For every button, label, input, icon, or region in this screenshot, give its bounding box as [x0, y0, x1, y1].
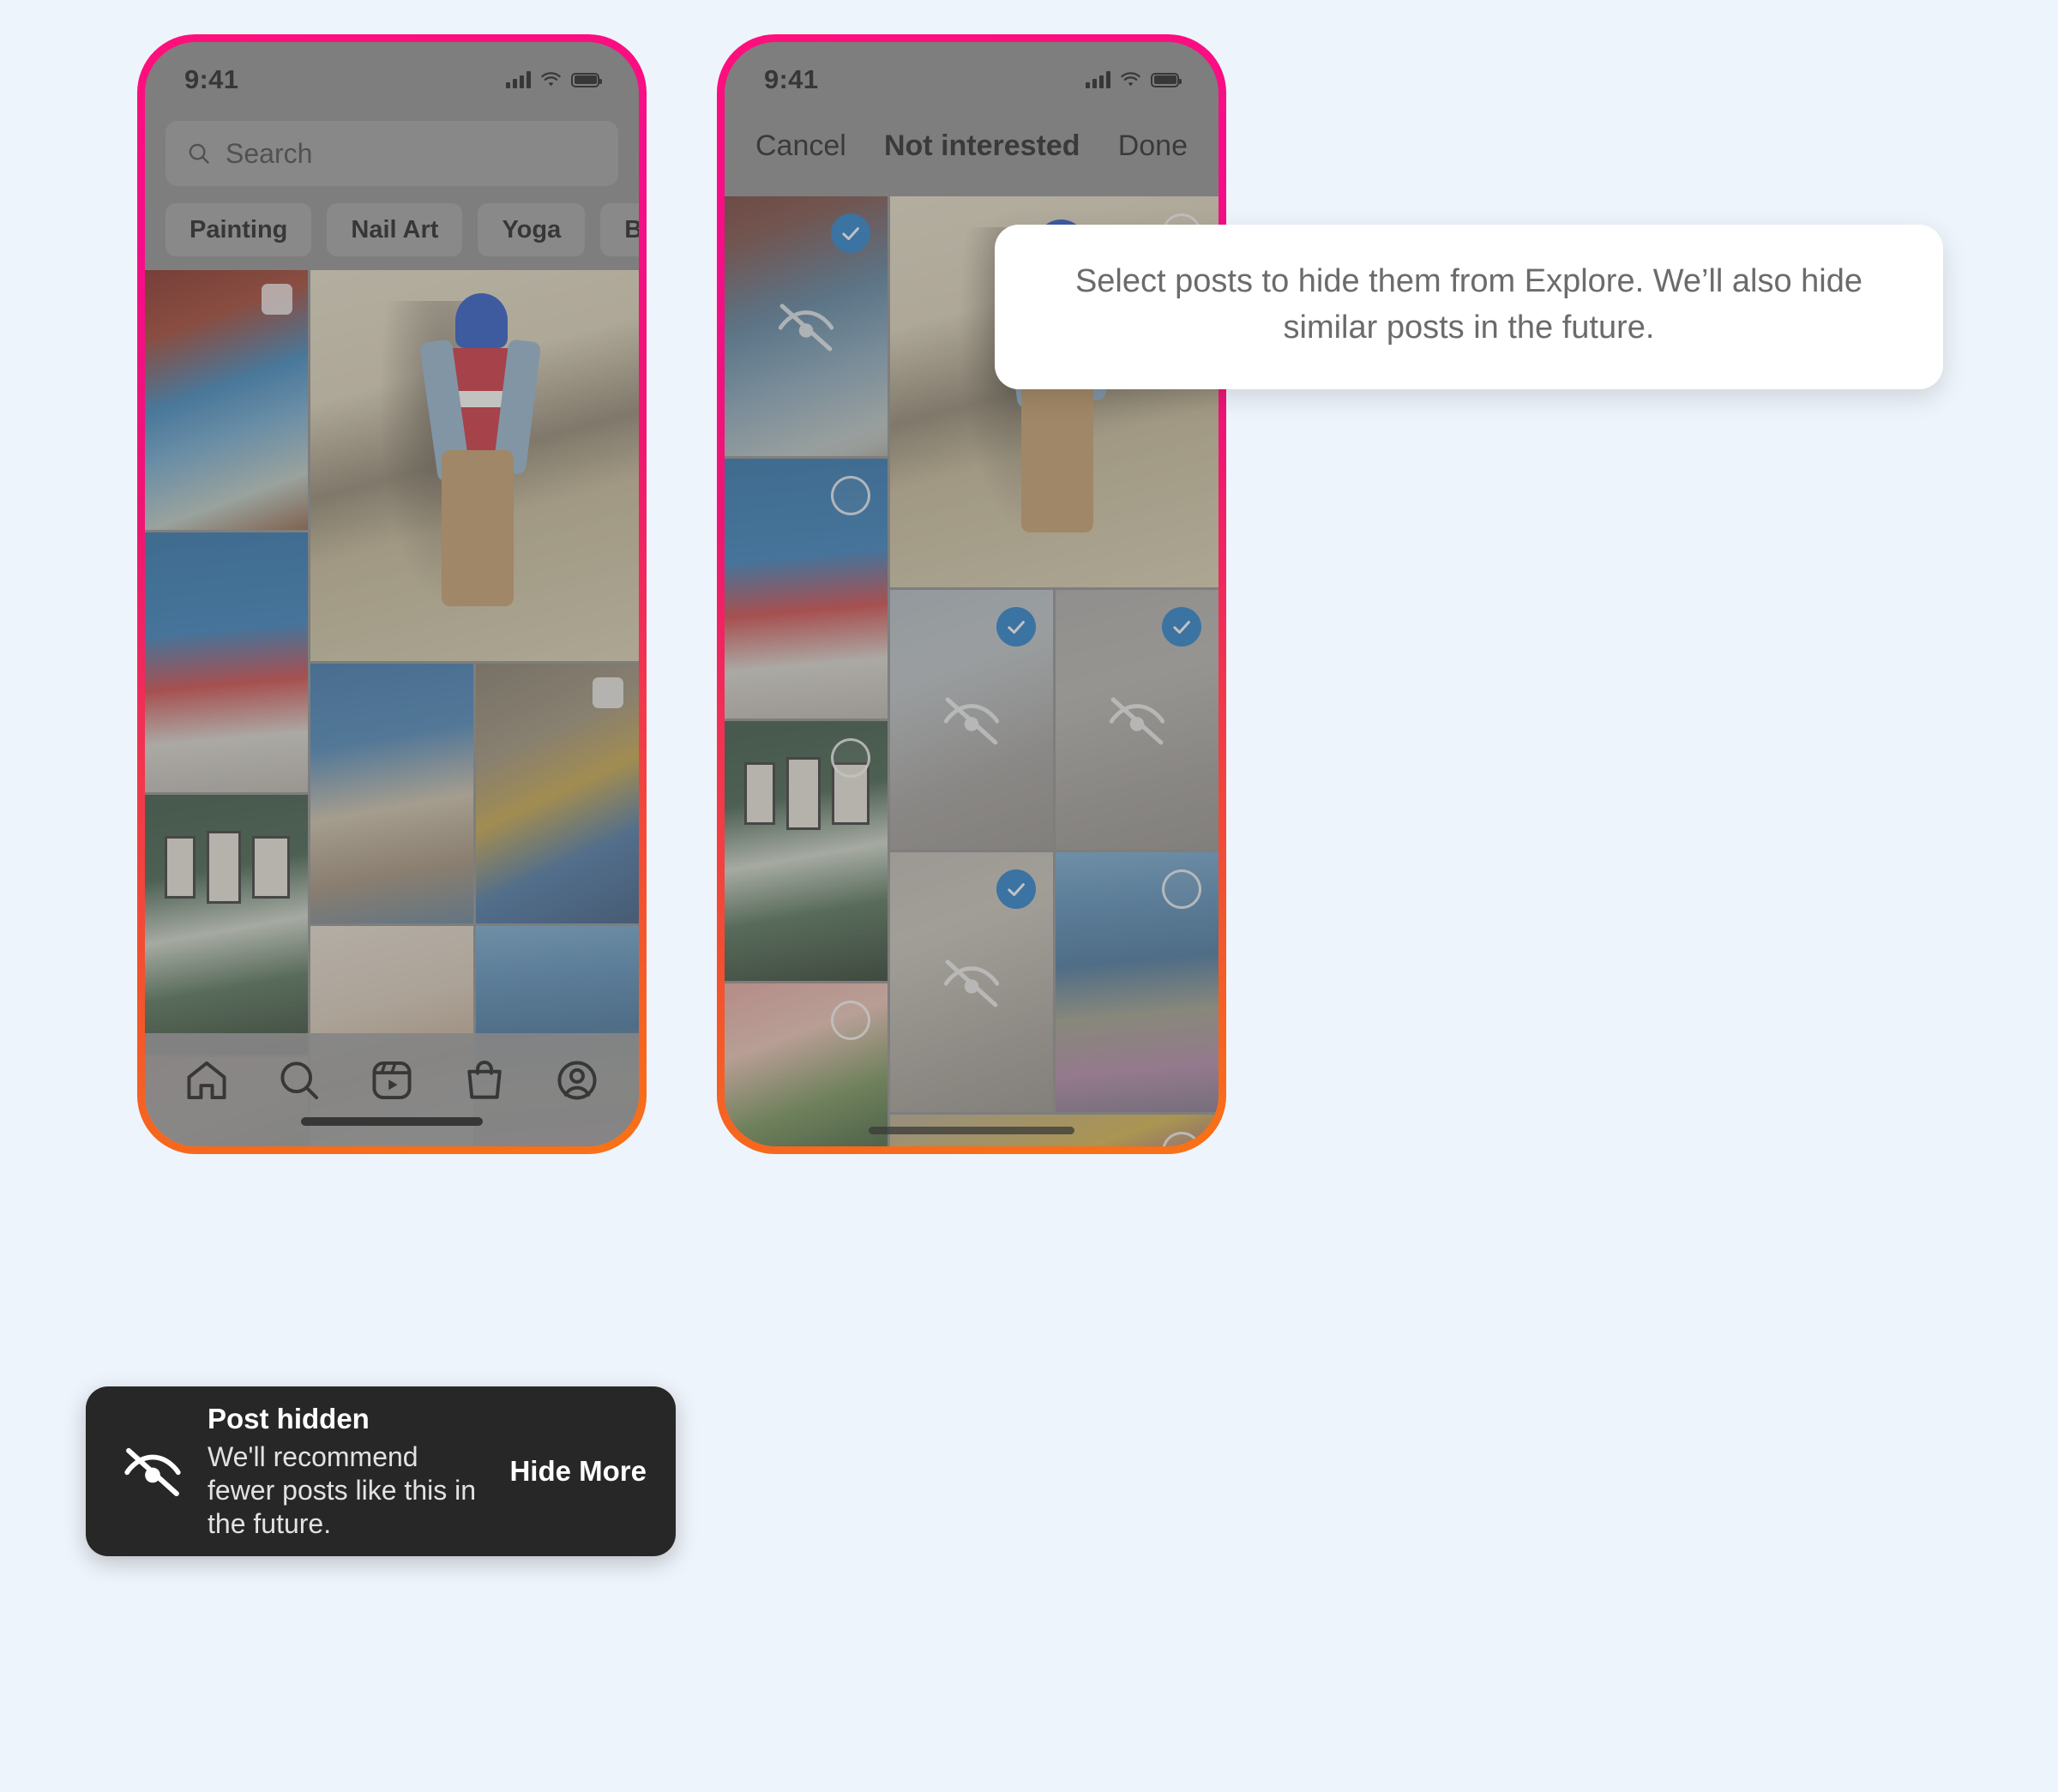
explore-grid [145, 270, 639, 1146]
search-placeholder: Search [226, 137, 313, 169]
category-pill-painting[interactable]: Painting [165, 203, 312, 256]
status-indicators [1086, 71, 1182, 88]
eye-off-icon [778, 303, 834, 352]
explore-post-coastal-sea[interactable] [1056, 852, 1219, 1112]
post-checkbox-selected[interactable] [831, 213, 870, 253]
toast-body: We'll recommend fewer posts like this in… [208, 1440, 477, 1539]
battery-icon [571, 72, 602, 87]
post-checkbox-selected[interactable] [996, 869, 1036, 909]
post-select-square[interactable] [593, 677, 623, 708]
cellular-signal-icon [506, 71, 531, 88]
selection-tooltip: Select posts to hide them from Explore. … [995, 225, 1943, 389]
status-bar: 9:41 [725, 42, 1219, 109]
eye-off-icon [124, 1447, 181, 1496]
nav-title: Not interested [883, 129, 1080, 162]
right-phone-frame: 9:41 Cancel Not interested Done [717, 34, 1226, 1154]
profile-circle-icon[interactable] [553, 1056, 601, 1104]
home-indicator [301, 1117, 483, 1126]
cancel-button[interactable]: Cancel [755, 129, 846, 163]
explore-post-rock-couple[interactable] [1056, 590, 1219, 850]
category-pill-nail-art[interactable]: Nail Art [327, 203, 463, 256]
search-icon[interactable] [275, 1056, 323, 1104]
eye-off-icon [943, 696, 1000, 745]
left-phone-screen: 9:41 Search Painting Nail Art Yoga B [145, 42, 639, 1146]
explore-post-hands-dough[interactable] [890, 852, 1053, 1112]
post-checkbox-unselected[interactable] [831, 476, 870, 515]
post-checkbox-unselected[interactable] [1162, 1132, 1201, 1146]
explore-post-arch-window[interactable] [725, 196, 888, 456]
post-checkbox-unselected[interactable] [831, 738, 870, 778]
eye-off-icon [943, 959, 1000, 1007]
wifi-icon [1121, 71, 1140, 86]
status-time: 9:41 [184, 64, 239, 94]
status-indicators [506, 71, 602, 88]
explore-post-arch-window[interactable] [145, 270, 308, 530]
status-bar: 9:41 [145, 42, 639, 109]
check-icon [842, 227, 859, 241]
explore-post-green-dining-room[interactable] [145, 795, 308, 1055]
category-pill-baseball[interactable]: Baseball [600, 203, 639, 256]
reels-icon[interactable] [368, 1056, 416, 1104]
toast-text-block: Post hidden We'll recommend fewer posts … [208, 1402, 487, 1540]
post-select-square[interactable] [262, 284, 292, 315]
bottom-tab-bar[interactable] [145, 1033, 639, 1146]
cellular-signal-icon [1086, 71, 1110, 88]
not-interested-nav-bar: Cancel Not interested Done [725, 109, 1219, 183]
check-icon [1173, 621, 1190, 634]
post-checkbox-selected[interactable] [1162, 607, 1201, 646]
eye-off-icon [1109, 696, 1165, 745]
toast-title: Post hidden [208, 1403, 370, 1435]
hide-more-button[interactable]: Hide More [509, 1455, 647, 1488]
right-phone-screen: 9:41 Cancel Not interested Done [725, 42, 1219, 1146]
battery-icon [1151, 72, 1182, 87]
post-hidden-toast: Post hidden We'll recommend fewer posts … [86, 1386, 676, 1556]
explore-post-monument[interactable] [310, 664, 473, 923]
screenshot-canvas: 9:41 Search Painting Nail Art Yoga B Pos… [0, 0, 2058, 1792]
search-input[interactable]: Search [165, 121, 618, 186]
check-icon [1008, 883, 1025, 897]
scroll-indicator [869, 1127, 1074, 1134]
check-icon [1008, 621, 1025, 634]
explore-post-dancer[interactable] [310, 270, 639, 661]
status-time: 9:41 [764, 64, 819, 94]
category-pill-row[interactable]: Painting Nail Art Yoga Baseball [165, 203, 639, 256]
left-phone-frame: 9:41 Search Painting Nail Art Yoga B [137, 34, 647, 1154]
search-icon [189, 143, 209, 164]
explore-post-rock-couple[interactable] [476, 664, 639, 923]
post-checkbox-unselected[interactable] [831, 1001, 870, 1040]
explore-post-friends-bench[interactable] [145, 532, 308, 792]
shop-bag-icon[interactable] [460, 1056, 508, 1104]
explore-post-friends-bench[interactable] [725, 459, 888, 719]
explore-post-green-dining-room[interactable] [725, 721, 888, 981]
explore-post-flowers-hands[interactable] [725, 983, 888, 1146]
post-checkbox-selected[interactable] [996, 607, 1036, 646]
category-pill-yoga[interactable]: Yoga [478, 203, 586, 256]
post-checkbox-unselected[interactable] [1162, 869, 1201, 909]
home-icon[interactable] [183, 1056, 231, 1104]
explore-post-monument[interactable] [890, 590, 1053, 850]
done-button[interactable]: Done [1118, 129, 1188, 163]
wifi-icon [541, 71, 561, 86]
